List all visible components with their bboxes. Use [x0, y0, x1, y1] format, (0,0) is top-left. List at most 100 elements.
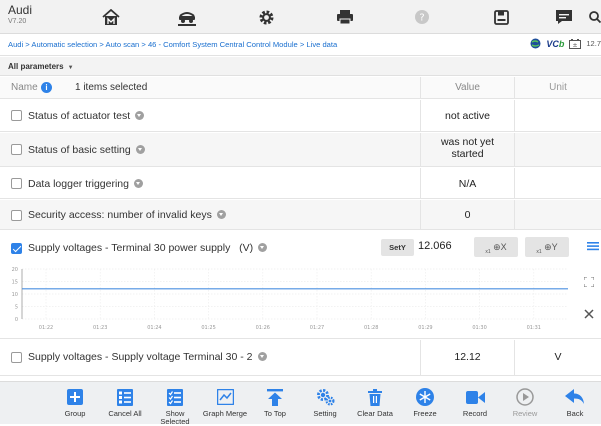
parameter-filter-dropdown[interactable]: All parameters ▼ — [8, 62, 74, 71]
x-tick-label: 01:26 — [256, 325, 270, 331]
table-row[interactable]: Status of actuator test not active — [0, 100, 601, 132]
expand-dropdown-icon[interactable] — [216, 210, 226, 219]
x-tick-label: 01:27 — [310, 325, 324, 331]
divider — [514, 100, 515, 132]
parameter-value: 0 — [464, 209, 471, 221]
close-icon[interactable] — [584, 309, 594, 319]
group-button[interactable]: Group — [50, 384, 100, 424]
vehicle-lift-icon[interactable] — [177, 8, 197, 26]
tool-label: Review — [512, 409, 538, 418]
divider — [420, 77, 421, 99]
to-top-button[interactable]: To Top — [250, 384, 300, 424]
fullscreen-icon[interactable] — [584, 277, 594, 287]
freeze-button[interactable]: Freeze — [400, 384, 450, 424]
divider — [420, 133, 421, 167]
column-header-name: Name — [11, 82, 38, 93]
battery-voltage: 12.7 — [586, 39, 601, 48]
graph-merge-icon — [216, 389, 234, 405]
parameter-value: not active — [445, 110, 490, 122]
zoom-y-button[interactable]: x1 ⊕Y — [525, 237, 569, 257]
info-icon[interactable]: i — [41, 82, 52, 93]
row-checkbox[interactable] — [11, 144, 22, 155]
message-icon[interactable] — [554, 8, 574, 26]
save-icon[interactable] — [491, 8, 511, 26]
zoom-x-button[interactable]: x1 ⊕X — [474, 237, 518, 257]
parameter-value: 12.066 — [418, 240, 452, 252]
x-tick-label: 01:30 — [472, 325, 486, 331]
expand-dropdown-icon[interactable] — [135, 111, 145, 120]
table-row[interactable]: Supply voltages - Supply voltage Termina… — [0, 340, 601, 376]
help-icon[interactable]: ? — [412, 8, 432, 26]
show-selected-button[interactable]: Show Selected — [150, 384, 200, 426]
graph-side-controls — [576, 263, 601, 335]
divider — [420, 168, 421, 199]
divider — [420, 100, 421, 132]
expand-dropdown-icon[interactable] — [133, 179, 143, 188]
selection-count: 1 items selected — [75, 82, 148, 93]
graph-merge-button[interactable]: Graph Merge — [200, 384, 250, 424]
expand-dropdown-icon[interactable] — [135, 145, 145, 154]
network-globe-icon — [530, 38, 541, 49]
tool-label: Group — [64, 409, 86, 418]
clear-data-button[interactable]: Clear Data — [350, 384, 400, 424]
svg-text:±: ± — [573, 42, 578, 49]
divider — [514, 200, 515, 230]
y-tick-label: 20 — [12, 267, 18, 273]
divider — [514, 340, 515, 376]
divider — [514, 77, 515, 99]
expand-dropdown-icon[interactable] — [258, 243, 268, 252]
vci-status: VCb — [546, 38, 565, 49]
divider — [420, 200, 421, 230]
expand-dropdown-icon[interactable] — [257, 352, 267, 361]
parameter-name: Supply voltages - Terminal 30 power supp… — [28, 242, 268, 254]
parameter-value: 12.12 — [454, 351, 481, 363]
back-arrow-icon — [565, 389, 584, 404]
set-y-button[interactable]: SetY — [381, 239, 414, 256]
table-row[interactable]: Security access: number of invalid keys … — [0, 200, 601, 230]
record-button[interactable]: Record — [450, 384, 500, 424]
dropdown-arrow-icon: ▼ — [67, 65, 74, 71]
parameter-name: Status of basic setting — [28, 144, 145, 156]
app-version: V7.20 — [8, 18, 27, 25]
row-checkbox[interactable] — [11, 243, 22, 254]
tool-label: Back — [566, 409, 584, 418]
line-chart: 0 5 10 15 20 01:22 01:23 01:24 01:25 01:26 01:27 01… — [12, 267, 568, 331]
table-row[interactable]: Data logger triggering N/A — [0, 168, 601, 199]
plus-square-icon — [67, 389, 83, 405]
breadcrumb[interactable]: Audi > Automatic selection > Auto scan >… — [8, 40, 337, 49]
y-tick-label: 5 — [15, 304, 18, 310]
home-icon[interactable] — [101, 8, 121, 26]
play-circle-icon — [516, 388, 534, 406]
status-area: VCb ± 12.7 — [530, 38, 601, 49]
parameter-name: Supply voltages - Supply voltage Termina… — [28, 351, 267, 363]
divider — [514, 168, 515, 199]
app-brand: Audi V7.20 — [8, 4, 32, 26]
search-icon[interactable] — [585, 8, 601, 26]
tool-label: Graph Merge — [202, 409, 248, 418]
parameter-name: Security access: number of invalid keys — [28, 209, 226, 221]
review-button[interactable]: Review — [500, 384, 550, 424]
back-button[interactable]: Back — [550, 384, 600, 424]
table-row[interactable]: Status of basic setting was not yet star… — [0, 133, 601, 167]
setting-button[interactable]: Setting — [300, 384, 350, 424]
row-checkbox[interactable] — [11, 178, 22, 189]
printer-icon[interactable] — [335, 8, 355, 26]
row-checkbox[interactable] — [11, 210, 22, 221]
x-tick-label: 01:22 — [39, 325, 53, 331]
x-tick-label: 01:31 — [527, 325, 541, 331]
x-tick-label: 01:24 — [147, 325, 161, 331]
cancel-all-button[interactable]: Cancel All — [100, 384, 150, 424]
show-selected-icon — [167, 388, 183, 406]
divider — [514, 133, 515, 167]
gears-icon — [316, 389, 335, 406]
row-checkbox[interactable] — [11, 110, 22, 121]
settings-gear-icon[interactable] — [256, 8, 276, 26]
column-header-unit: Unit — [549, 82, 567, 93]
menu-icon[interactable] — [587, 240, 599, 252]
row-checkbox[interactable] — [11, 352, 22, 363]
tool-label: Record — [462, 409, 488, 418]
parameter-name: Data logger triggering — [28, 178, 143, 190]
y-tick-label: 0 — [15, 317, 18, 323]
tool-label: Cancel All — [108, 409, 142, 418]
parameter-unit: V — [554, 351, 562, 363]
